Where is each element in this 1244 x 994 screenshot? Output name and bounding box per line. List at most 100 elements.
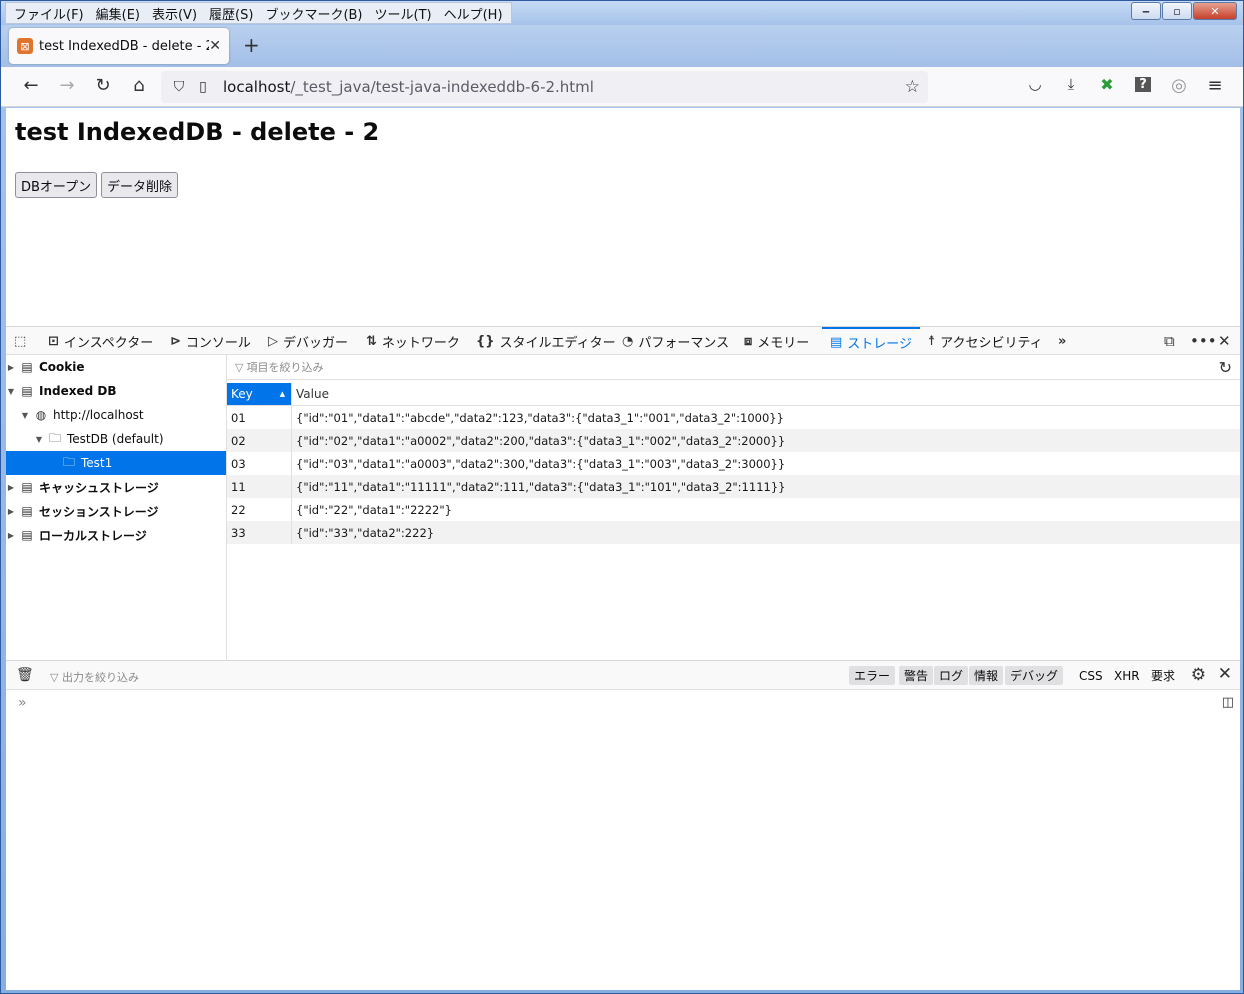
extension-icon[interactable]: ✖ bbox=[1095, 75, 1119, 94]
table-row[interactable]: 03 {"id":"03","data1":"a0003","data2":300… bbox=[227, 452, 1240, 475]
console-icon: ⊳ bbox=[170, 333, 181, 349]
collapse-icon[interactable]: ▼ bbox=[6, 387, 16, 396]
page-info-icon[interactable]: ▯ bbox=[191, 79, 215, 95]
tab-storage[interactable]: ▤ ストレージ bbox=[822, 327, 921, 355]
forward-icon[interactable]: → bbox=[55, 75, 79, 96]
tree-cookie[interactable]: ▶ ▤ Cookie bbox=[6, 355, 226, 379]
reload-icon[interactable]: ↻ bbox=[91, 75, 115, 96]
split-console-toolbar: 🗑 ▽ 出力を絞り込み エラー 警告 ログ 情報 デバッグ CSS XHR 要求… bbox=[6, 660, 1240, 690]
close-tab-icon[interactable]: ✕ bbox=[209, 38, 221, 54]
tab-console[interactable]: ⊳ コンソール bbox=[170, 327, 251, 355]
table-row[interactable]: 33 {"id":"33","data2":222} bbox=[227, 521, 1240, 544]
level-errors[interactable]: エラー bbox=[849, 666, 896, 685]
expand-icon[interactable]: ▶ bbox=[6, 483, 16, 492]
collapse-icon[interactable]: ▼ bbox=[20, 411, 30, 420]
table-row[interactable]: 22 {"id":"22","data1":"2222"} bbox=[227, 498, 1240, 521]
console-prompt-icon[interactable]: » bbox=[18, 695, 27, 711]
close-window-button[interactable]: ✕ bbox=[1193, 2, 1237, 20]
network-icon: ⇅ bbox=[366, 333, 377, 349]
more-tabs-icon[interactable]: » bbox=[1058, 327, 1071, 355]
data-delete-button[interactable]: データ削除 bbox=[101, 172, 179, 198]
tree-cache-storage[interactable]: ▶ ▤ キャッシュストレージ bbox=[6, 475, 226, 499]
devtools-menu-icon[interactable]: ••• bbox=[1190, 332, 1217, 350]
tree-object-store[interactable]: 🗀 Test1 bbox=[6, 451, 226, 475]
menu-tools[interactable]: ツール(T) bbox=[369, 4, 438, 23]
element-picker-icon[interactable]: ⬚ bbox=[14, 327, 31, 355]
trash-icon[interactable]: 🗑 bbox=[16, 667, 34, 683]
type-xhr[interactable]: XHR bbox=[1109, 666, 1145, 685]
navigation-bar: ← → ↻ ⌂ ⛉ ▯ localhost/_test_java/test-ja… bbox=[1, 67, 1243, 107]
value-column-header[interactable]: Value bbox=[291, 383, 1240, 405]
storage-type-icon: ▤ bbox=[21, 384, 33, 398]
type-css[interactable]: CSS bbox=[1074, 666, 1108, 685]
menu-edit[interactable]: 編集(E) bbox=[90, 4, 146, 23]
page-heading: test IndexedDB - delete - 2 bbox=[15, 118, 380, 146]
download-icon[interactable]: ⤓ bbox=[1059, 75, 1083, 93]
close-console-icon[interactable]: ✕ bbox=[1218, 664, 1232, 684]
globe-icon: ◍ bbox=[35, 408, 47, 422]
table-row[interactable]: 02 {"id":"02","data1":"a0002","data2":200… bbox=[227, 429, 1240, 452]
storage-filter-bar: ▽ 項目を絞り込み ↻ bbox=[227, 355, 1240, 380]
expand-icon[interactable]: ▶ bbox=[6, 363, 16, 372]
tab-accessibility[interactable]: ☨ アクセシビリティ bbox=[928, 327, 1043, 355]
menu-history[interactable]: 履歴(S) bbox=[203, 4, 259, 23]
responsive-design-icon[interactable]: ⧉ bbox=[1164, 332, 1175, 350]
tab-debugger[interactable]: ▷ デバッガー bbox=[268, 327, 348, 355]
console-sidebar-icon[interactable]: ◫ bbox=[1222, 695, 1234, 710]
console-filter-input[interactable]: ▽ 出力を絞り込み bbox=[50, 669, 139, 685]
home-icon[interactable]: ⌂ bbox=[127, 75, 151, 96]
key-column-header[interactable]: Key ▲ bbox=[227, 383, 291, 405]
collapse-icon[interactable]: ▼ bbox=[34, 435, 44, 444]
account-icon[interactable]: ◎ bbox=[1167, 75, 1191, 96]
menu-file[interactable]: ファイル(F) bbox=[8, 4, 90, 23]
level-debug[interactable]: デバッグ bbox=[1005, 666, 1064, 685]
level-info[interactable]: 情報 bbox=[969, 666, 1004, 685]
help-extension-icon[interactable]: ? bbox=[1131, 77, 1155, 92]
tree-indexeddb[interactable]: ▼ ▤ Indexed DB bbox=[6, 379, 226, 403]
table-row[interactable]: 01 {"id":"01","data1":"abcde","data2":123… bbox=[227, 406, 1240, 429]
url-bar[interactable]: ⛉ ▯ localhost/_test_java/test-java-index… bbox=[161, 71, 928, 103]
expand-icon[interactable]: ▶ bbox=[6, 507, 16, 516]
refresh-icon[interactable]: ↻ bbox=[1219, 358, 1232, 377]
debugger-icon: ▷ bbox=[268, 333, 278, 349]
browser-window: ファイル(F) 編集(E) 表示(V) 履歴(S) ブックマーク(B) ツール(… bbox=[0, 0, 1244, 994]
page-content: test IndexedDB - delete - 2 DBオープン データ削除 bbox=[6, 108, 1240, 326]
table-header: Key ▲ Value bbox=[227, 383, 1240, 406]
new-tab-icon[interactable]: + bbox=[243, 33, 260, 57]
expand-icon[interactable]: ▶ bbox=[6, 531, 16, 540]
browser-tab[interactable]: ⊠ test IndexedDB - delete - 2 ✕ bbox=[9, 28, 229, 64]
menu-view[interactable]: 表示(V) bbox=[146, 4, 203, 23]
maximize-button[interactable]: ▫ bbox=[1162, 2, 1192, 20]
table-row[interactable]: 11 {"id":"11","data1":"11111","data2":111… bbox=[227, 475, 1240, 498]
tab-memory[interactable]: ⧈ メモリー bbox=[744, 327, 809, 355]
url-text[interactable]: localhost/_test_java/test-java-indexeddb… bbox=[223, 78, 905, 96]
tree-local-storage[interactable]: ▶ ▤ ローカルストレージ bbox=[6, 523, 226, 547]
tab-inspector[interactable]: ⊡ インスペクター bbox=[48, 327, 153, 355]
type-requests[interactable]: 要求 bbox=[1146, 666, 1180, 685]
db-open-button[interactable]: DBオープン bbox=[15, 172, 98, 198]
inspector-icon: ⊡ bbox=[48, 333, 59, 349]
tree-origin[interactable]: ▼ ◍ http://localhost bbox=[6, 403, 226, 427]
devtools-toolbar: ⬚ ⊡ インスペクター ⊳ コンソール ▷ デバッガー ⇅ ネットワーク {} スタイルエ… bbox=[6, 327, 1240, 355]
tree-database[interactable]: ▼ 🗀 TestDB (default) bbox=[6, 427, 226, 451]
back-icon[interactable]: ← bbox=[19, 75, 43, 96]
tab-network[interactable]: ⇅ ネットワーク bbox=[366, 327, 460, 355]
level-logs[interactable]: ログ bbox=[934, 666, 969, 685]
menu-help[interactable]: ヘルプ(H) bbox=[438, 4, 509, 23]
level-warnings[interactable]: 警告 bbox=[899, 666, 934, 685]
app-menu-icon[interactable]: ≡ bbox=[1203, 75, 1227, 96]
folder-icon: 🗀 bbox=[48, 430, 61, 445]
tab-style-editor[interactable]: {} スタイルエディター bbox=[476, 327, 616, 355]
minimize-button[interactable]: ‒ bbox=[1131, 2, 1161, 20]
menu-bookmarks[interactable]: ブックマーク(B) bbox=[259, 4, 368, 23]
close-devtools-icon[interactable]: ✕ bbox=[1218, 332, 1231, 350]
tab-performance[interactable]: ◔ パフォーマンス bbox=[622, 327, 729, 355]
gear-icon[interactable]: ⚙ bbox=[1191, 665, 1206, 685]
url-host: localhost bbox=[223, 78, 291, 96]
style-editor-icon: {} bbox=[476, 333, 495, 349]
tree-session-storage[interactable]: ▶ ▤ セッションストレージ bbox=[6, 499, 226, 523]
pocket-icon[interactable]: ◡ bbox=[1023, 75, 1047, 93]
storage-filter-input[interactable]: 項目を絞り込み bbox=[246, 359, 323, 375]
bookmark-star-icon[interactable]: ☆ bbox=[905, 77, 920, 97]
shield-icon[interactable]: ⛉ bbox=[167, 79, 191, 95]
